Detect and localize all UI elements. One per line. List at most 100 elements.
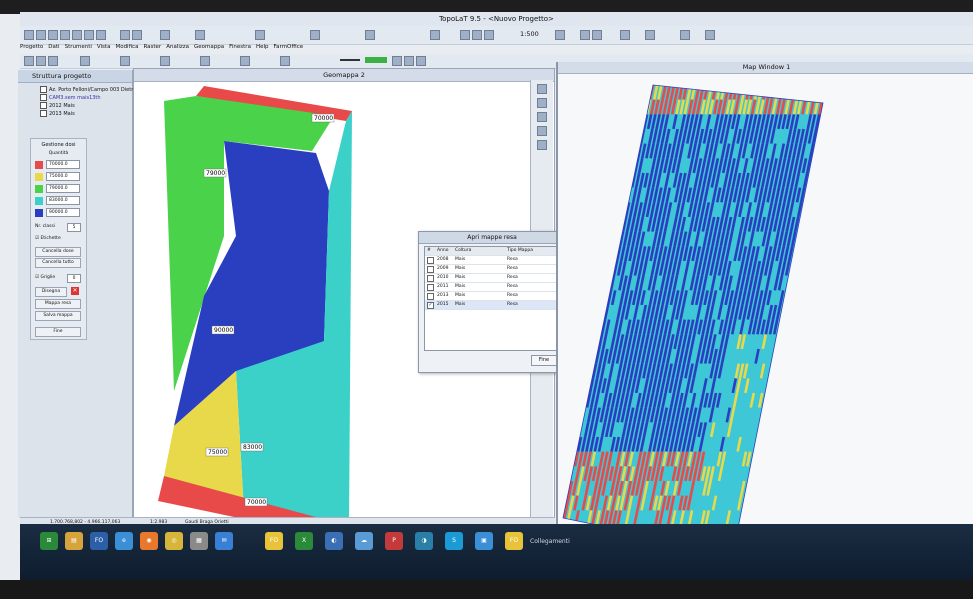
- zoom-in-icon[interactable]: [460, 30, 470, 40]
- layer-icon[interactable]: [160, 30, 170, 40]
- app-icon[interactable]: FO: [265, 532, 283, 550]
- info-icon[interactable]: [404, 56, 414, 66]
- new-icon[interactable]: [24, 30, 34, 40]
- app-icon[interactable]: ◐: [325, 532, 343, 550]
- cut-icon[interactable]: [72, 30, 82, 40]
- menu-item[interactable]: Raster: [143, 44, 161, 54]
- table-row[interactable]: 2011 Mais Resa: [425, 283, 557, 292]
- yield-map-canvas[interactable]: [558, 73, 973, 552]
- table-row[interactable]: 2009 Mais Resa: [425, 265, 557, 274]
- tool-icon[interactable]: [537, 112, 547, 122]
- chart-icon[interactable]: [310, 30, 320, 40]
- redo-icon[interactable]: [132, 30, 142, 40]
- row-checkbox[interactable]: [427, 284, 434, 291]
- app-icon[interactable]: ✉: [215, 532, 233, 550]
- tool-icon[interactable]: [120, 56, 130, 66]
- info-icon[interactable]: [645, 30, 655, 40]
- dose-color[interactable]: [35, 172, 43, 181]
- firefox-icon[interactable]: ◉: [140, 532, 158, 550]
- draw-button[interactable]: Disegna: [35, 287, 67, 297]
- export-icon[interactable]: [430, 30, 440, 40]
- forward-icon[interactable]: [592, 30, 602, 40]
- settings-icon[interactable]: [705, 30, 715, 40]
- table-row[interactable]: 2008 Mais Resa: [425, 256, 557, 265]
- line-style[interactable]: [340, 59, 360, 61]
- tool-icon[interactable]: [36, 56, 46, 66]
- dose-color[interactable]: [35, 184, 43, 193]
- delete-all-button[interactable]: Cancella tutto: [35, 258, 81, 268]
- select-icon[interactable]: [620, 30, 630, 40]
- delete-doses-button[interactable]: Cancella dose: [35, 247, 81, 257]
- menu-item[interactable]: Progetto: [20, 44, 43, 54]
- grid-icon[interactable]: [195, 30, 205, 40]
- menu-item[interactable]: Finestra: [229, 44, 251, 54]
- app-icon[interactable]: ▣: [475, 532, 493, 550]
- tool-icon[interactable]: [24, 56, 34, 66]
- tool-icon[interactable]: [280, 56, 290, 66]
- start-icon[interactable]: ⊞: [40, 532, 58, 550]
- paste-icon[interactable]: [96, 30, 106, 40]
- row-checkbox[interactable]: [427, 257, 434, 264]
- dose-color[interactable]: [35, 196, 43, 205]
- binoculars-icon[interactable]: [680, 30, 690, 40]
- tree-item[interactable]: 2012 Mais: [18, 102, 132, 110]
- checkbox[interactable]: [40, 94, 47, 101]
- tool-icon[interactable]: [537, 126, 547, 136]
- tool-icon[interactable]: [160, 56, 170, 66]
- row-checkbox[interactable]: ✓: [427, 302, 434, 309]
- dose-color[interactable]: [35, 208, 43, 217]
- save-icon[interactable]: [48, 30, 58, 40]
- tree-item[interactable]: 2013 Mais: [18, 110, 132, 118]
- end-button[interactable]: Fine: [531, 355, 557, 366]
- table-row[interactable]: 2010 Mais Resa: [425, 274, 557, 283]
- excel-icon[interactable]: X: [295, 532, 313, 550]
- end-button[interactable]: Fine: [35, 327, 81, 337]
- tool-icon[interactable]: [200, 56, 210, 66]
- save-map-button[interactable]: Salva mappa: [35, 311, 81, 321]
- table-row[interactable]: ✓ 2015 Mais Resa: [425, 301, 557, 310]
- chrome-icon[interactable]: ◎: [165, 532, 183, 550]
- dose-value[interactable]: 75000.0: [46, 172, 80, 181]
- table-icon[interactable]: [392, 56, 402, 66]
- undo-icon[interactable]: [120, 30, 130, 40]
- skype-icon[interactable]: S: [445, 532, 463, 550]
- row-checkbox[interactable]: [427, 275, 434, 282]
- labels-checkbox[interactable]: ☑ Etichette: [35, 236, 61, 241]
- explorer-icon[interactable]: ▤: [65, 532, 83, 550]
- tool-icon[interactable]: [537, 140, 547, 150]
- gear-icon[interactable]: [416, 56, 426, 66]
- scale-value[interactable]: 1:500: [520, 30, 539, 38]
- checkbox[interactable]: [40, 86, 47, 93]
- pan-icon[interactable]: [555, 30, 565, 40]
- classes-stepper[interactable]: 5: [67, 223, 81, 232]
- powerpoint-icon[interactable]: P: [385, 532, 403, 550]
- checkbox[interactable]: [40, 110, 47, 117]
- filter-icon[interactable]: [365, 30, 375, 40]
- fill-color[interactable]: [365, 57, 387, 63]
- tool-icon[interactable]: [80, 56, 90, 66]
- menu-item[interactable]: Geomappa: [194, 44, 224, 54]
- tree-item[interactable]: CAM3.sem mais13th: [18, 94, 132, 102]
- dose-value[interactable]: 90000.0: [46, 208, 80, 217]
- tool-icon[interactable]: [48, 56, 58, 66]
- open-icon[interactable]: [36, 30, 46, 40]
- dose-color[interactable]: [35, 160, 43, 169]
- tree-item[interactable]: Az. Porto Felloni/Campo 003 Dietro Ro: [18, 86, 144, 94]
- menu-item[interactable]: Help: [256, 44, 269, 54]
- row-checkbox[interactable]: [427, 266, 434, 273]
- menu-item[interactable]: Vista: [97, 44, 111, 54]
- browser-icon[interactable]: e: [115, 532, 133, 550]
- dose-value[interactable]: 79000.0: [46, 184, 80, 193]
- zoom-out-icon[interactable]: [472, 30, 482, 40]
- yield-map-button[interactable]: Mappa resa: [35, 299, 81, 309]
- dose-value[interactable]: 83000.0: [46, 196, 80, 205]
- grid-stepper[interactable]: 0: [67, 274, 81, 283]
- menu-item[interactable]: FarmOffice: [274, 44, 304, 54]
- app-icon[interactable]: ☁: [355, 532, 373, 550]
- print-icon[interactable]: [60, 30, 70, 40]
- menu-item[interactable]: Strumenti: [65, 44, 92, 54]
- grid-checkbox[interactable]: ☑ Griglie: [35, 275, 55, 280]
- app-icon[interactable]: FO: [90, 532, 108, 550]
- back-icon[interactable]: [580, 30, 590, 40]
- menu-item[interactable]: Dati: [48, 44, 59, 54]
